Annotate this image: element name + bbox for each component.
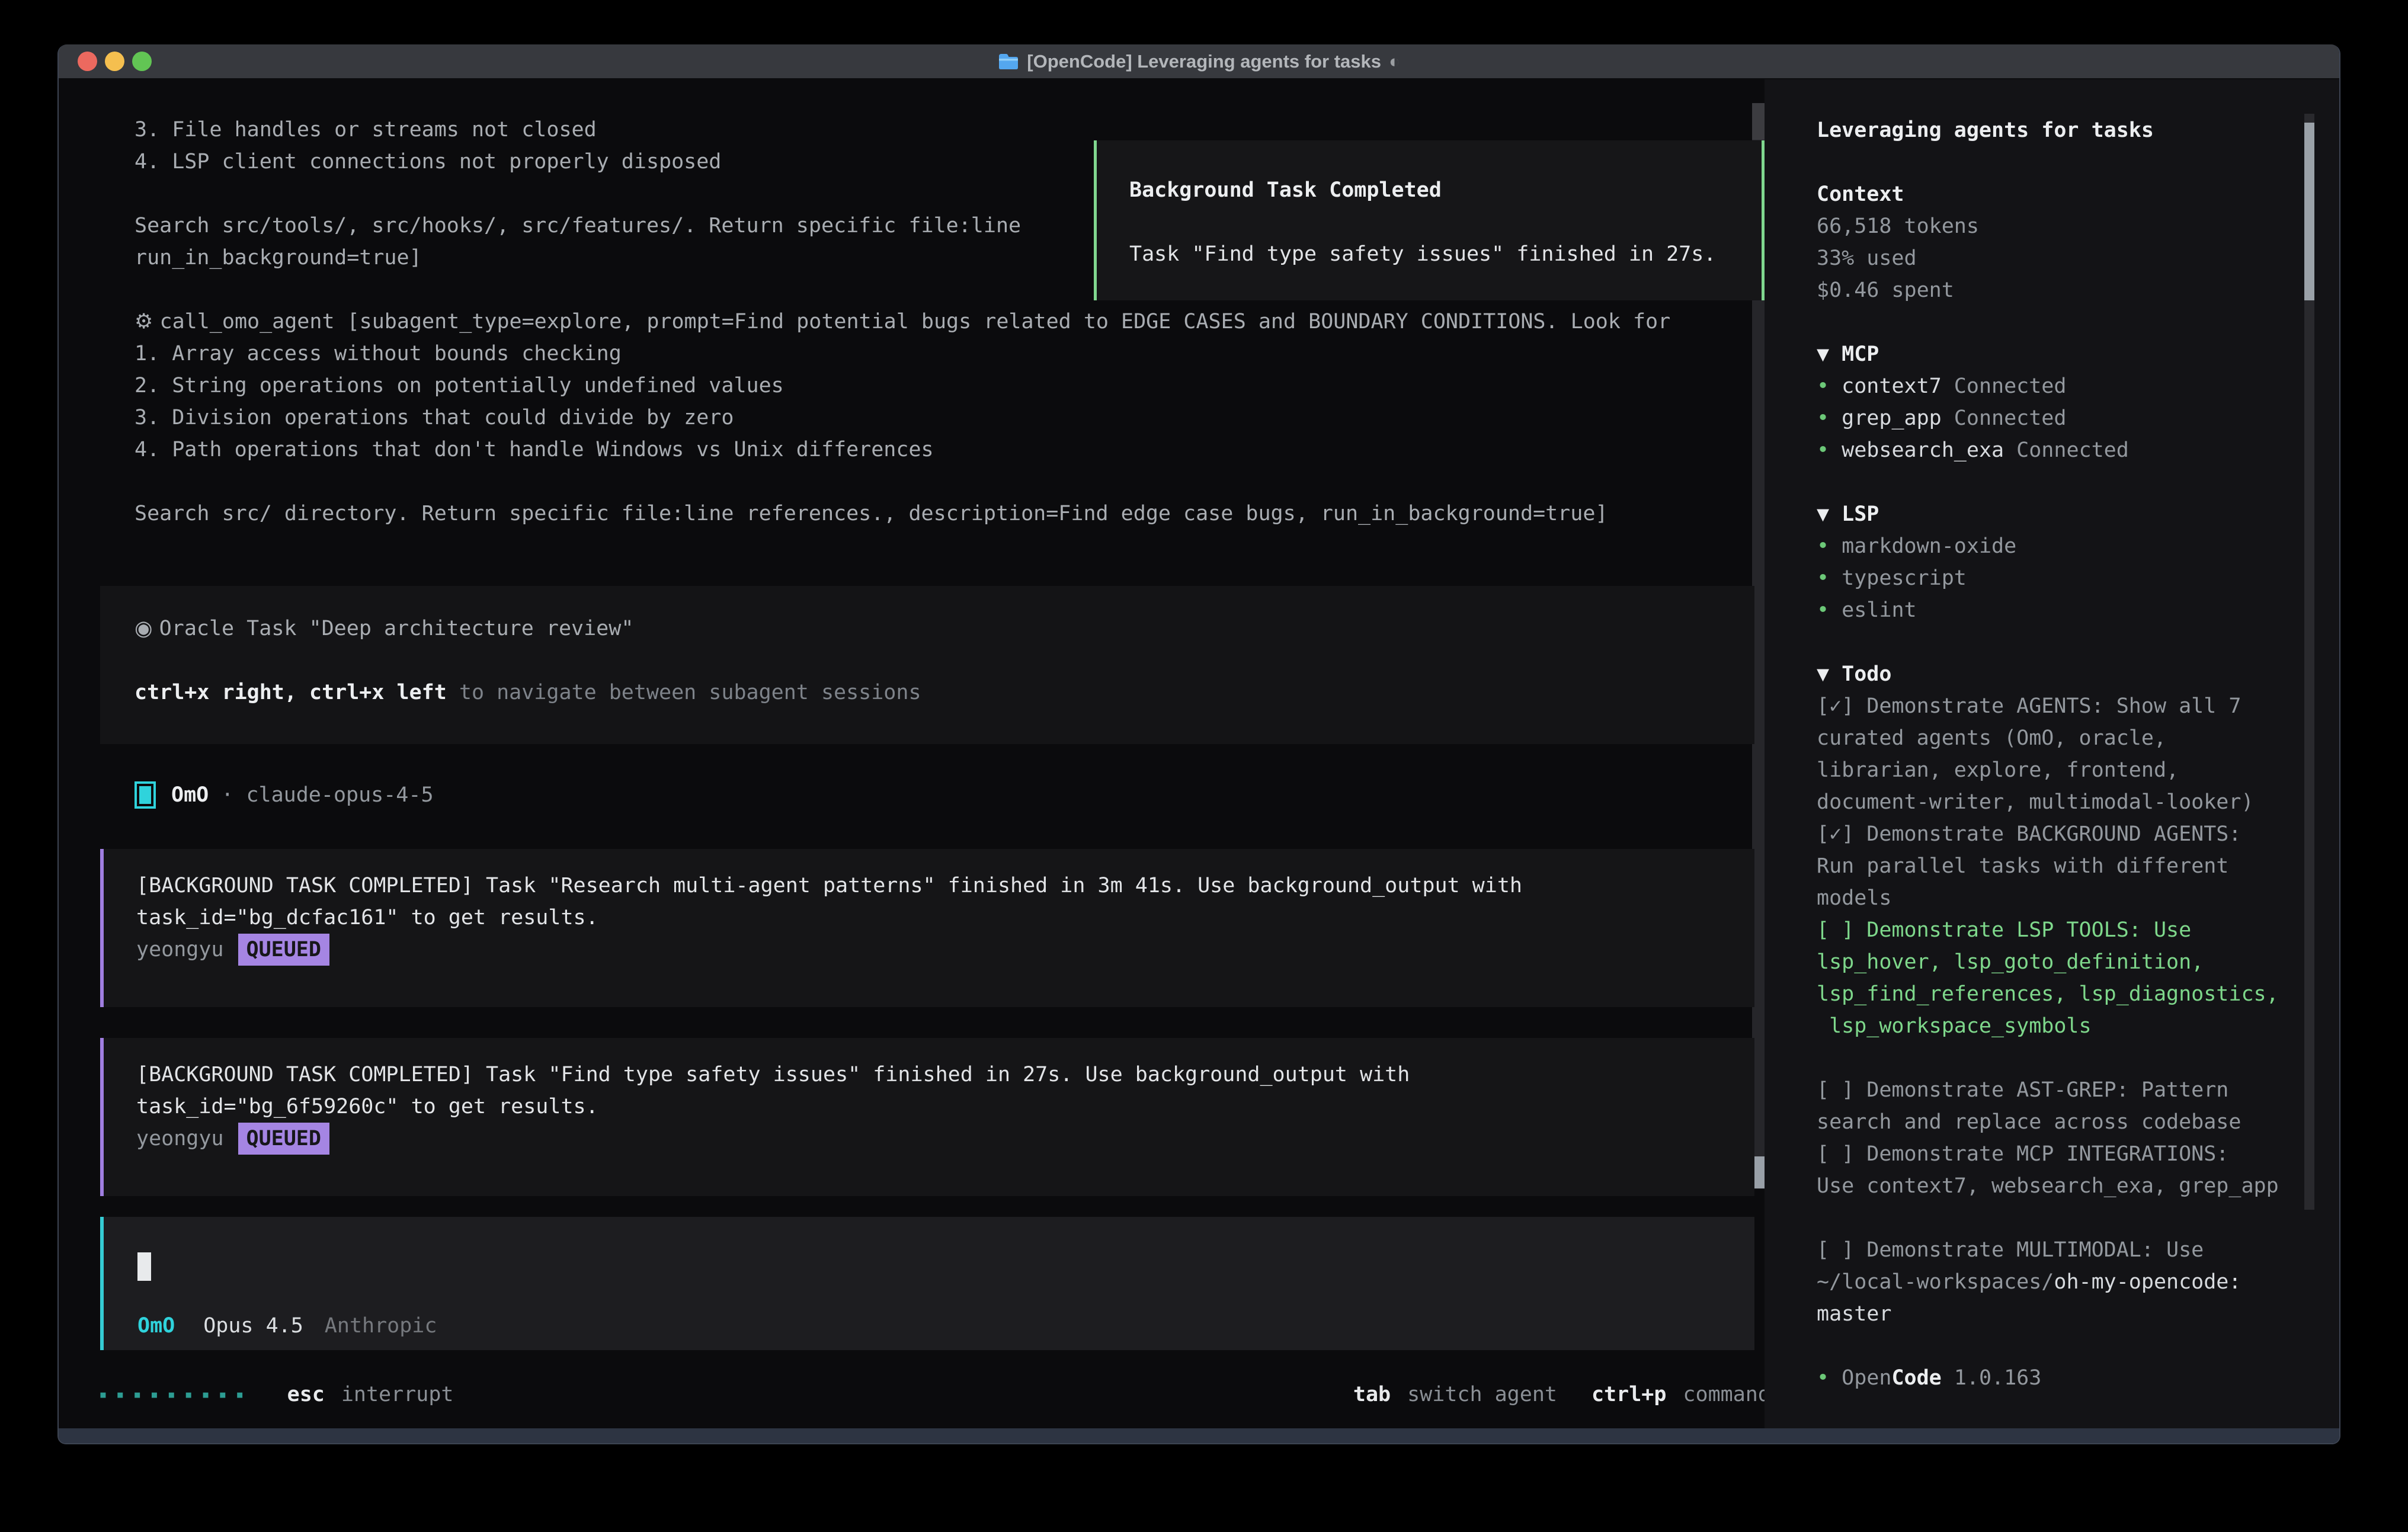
sidebar-line [1817, 1042, 2279, 1074]
sidebar-panel: Leveraging agents for tasks Context66,51… [1765, 79, 2339, 1428]
agent-session-header: OmO · claude-opus-4-5 [135, 779, 434, 811]
task-user: yeongyu [136, 938, 224, 961]
sidebar-line [1817, 466, 2279, 498]
todo-item-pending: [ ] Demonstrate AST-GREP: Pattern [1817, 1074, 2279, 1106]
todo-item-pending: [ ] Demonstrate MULTIMODAL: Use [1817, 1234, 2279, 1266]
desktop-background: [OpenCode] Leveraging agents for tasks ◐… [0, 0, 2408, 1532]
todo-item-active: [ ] Demonstrate LSP TOOLS: Use [1817, 914, 2279, 946]
todo-item-pending: search and replace across codebase [1817, 1106, 2279, 1138]
context-spent: $0.46 spent [1817, 274, 2279, 306]
todo-item-done: Run parallel tasks with different [1817, 850, 2279, 882]
context-header: Context [1817, 178, 2279, 210]
task-message-line: task_id="bg_dcfac161" to get results. [136, 902, 1754, 934]
input-model-name[interactable]: Opus 4.5 [203, 1310, 303, 1342]
workspace-branch: master [1817, 1298, 2279, 1330]
terminal-line: 4. Path operations that don't handle Win… [135, 434, 1670, 466]
todo-item-done: [✓] Demonstrate AGENTS: Show all 7 [1817, 690, 2279, 722]
workspace-path: ~/local-workspaces/oh-my-opencode: [1817, 1266, 2279, 1298]
todo-item-done: curated agents (OmO, oracle, [1817, 722, 2279, 754]
terminal-line: ⚙ call_omo_agent [subagent_type=explore,… [135, 306, 1670, 338]
window-title-text: [OpenCode] Leveraging agents for tasks [1027, 51, 1381, 72]
todo-item-active: lsp_hover, lsp_goto_definition, [1817, 946, 2279, 978]
task-message-meta: yeongyu QUEUED [136, 934, 1754, 966]
window-title: [OpenCode] Leveraging agents for tasks ◐ [59, 44, 2339, 78]
input-agent-name: OmO [137, 1310, 175, 1342]
titlebar[interactable]: [OpenCode] Leveraging agents for tasks ◐ [59, 44, 2339, 79]
background-task-toast: Background Task Completed Task "Find typ… [1094, 140, 1765, 300]
todo-item-done: [✓] Demonstrate BACKGROUND AGENTS: [1817, 818, 2279, 850]
oracle-task-box: ◉ Oracle Task "Deep architecture review"… [100, 586, 1754, 744]
sidebar-line [1817, 626, 2279, 658]
background-task-message: [BACKGROUND TASK COMPLETED] Task "Find t… [100, 1038, 1754, 1196]
oracle-nav-hint: ctrl+x right, ctrl+x left to navigate be… [135, 677, 1754, 709]
mcp-item: • websearch_exa Connected [1817, 434, 2279, 466]
todo-item-done: models [1817, 882, 2279, 914]
background-task-message: [BACKGROUND TASK COMPLETED] Task "Resear… [100, 849, 1754, 1007]
status-bar: ▪▪▪▪▪▪▪▪▪ esc interrupt tab switch agent… [99, 1379, 1783, 1411]
todo-item-pending: Use context7, websearch_exa, grep_app [1817, 1170, 2279, 1202]
section-header-mcp[interactable]: ▼ MCP [1817, 338, 2279, 370]
todo-item-pending: [ ] Demonstrate MCP INTEGRATIONS: [1817, 1138, 2279, 1170]
todo-item-done: document-writer, multimodal-looker) [1817, 786, 2279, 818]
section-header-todo[interactable]: ▼ Todo [1817, 658, 2279, 690]
sidebar-content: Leveraging agents for tasks Context66,51… [1817, 114, 2279, 1394]
working-spinner: ▪▪▪▪▪▪▪▪▪ [99, 1379, 253, 1411]
commands-key-hint: ctrl+p [1592, 1379, 1666, 1411]
input-footer: OmO Opus 4.5 Anthropic [137, 1310, 437, 1342]
mcp-item: • context7 Connected [1817, 370, 2279, 402]
section-header-lsp[interactable]: ▼ LSP [1817, 498, 2279, 530]
record-icon: ◉ [135, 617, 159, 640]
window-bottom-strip [59, 1428, 2339, 1443]
text-cursor [137, 1252, 151, 1281]
terminal-line: 3. Division operations that could divide… [135, 402, 1670, 434]
terminal-content: 3. File handles or streams not closed4. … [59, 79, 2339, 1428]
sidebar-line [1817, 1330, 2279, 1362]
sidebar-line [1817, 306, 2279, 338]
omo-agent-icon [135, 781, 156, 809]
terminal-line: Search src/ directory. Return specific f… [135, 498, 1670, 530]
status-badge: QUEUED [238, 934, 329, 966]
agent-name: OmO [171, 779, 209, 811]
toast-body: Task "Find type safety issues" finished … [1129, 238, 1762, 270]
task-message-line: task_id="bg_6f59260c" to get results. [136, 1091, 1754, 1123]
sidebar-line [1817, 1202, 2279, 1234]
folder-icon [998, 53, 1019, 70]
todo-item-active: lsp_find_references, lsp_diagnostics, [1817, 978, 2279, 1010]
task-user: yeongyu [136, 1127, 224, 1150]
context-tokens: 66,518 tokens [1817, 210, 2279, 242]
terminal-line: 1. Array access without bounds checking [135, 338, 1670, 370]
version-line: • OpenCode 1.0.163 [1817, 1362, 2279, 1394]
terminal-line [135, 466, 1670, 498]
todo-item-done: librarian, explore, frontend, [1817, 754, 2279, 786]
lsp-item: • markdown-oxide [1817, 530, 2279, 562]
sidebar-scrollbar-thumb[interactable] [2304, 123, 2314, 300]
session-progress-icon: ◐ [1389, 51, 1400, 72]
sidebar-line [1817, 146, 2279, 178]
status-badge: QUEUED [238, 1123, 329, 1155]
context-used: 33% used [1817, 242, 2279, 274]
mcp-item: • grep_app Connected [1817, 402, 2279, 434]
opencode-window: [OpenCode] Leveraging agents for tasks ◐… [57, 44, 2340, 1444]
lsp-item: • typescript [1817, 562, 2279, 594]
todo-item-active: lsp_workspace_symbols [1817, 1010, 2279, 1042]
input-provider-name: Anthropic [325, 1310, 437, 1342]
session-title: Leveraging agents for tasks [1817, 114, 2279, 146]
agent-model: claude-opus-4-5 [246, 779, 433, 811]
prompt-input[interactable]: OmO Opus 4.5 Anthropic [100, 1217, 1754, 1350]
task-message-line: [BACKGROUND TASK COMPLETED] Task "Resear… [136, 870, 1754, 902]
lsp-item: • eslint [1817, 594, 2279, 626]
task-message-meta: yeongyu QUEUED [136, 1123, 1754, 1155]
terminal-line: 2. String operations on potentially unde… [135, 370, 1670, 402]
main-scrollbar-top-segment[interactable] [1752, 103, 1765, 140]
tab-key-hint: tab [1353, 1379, 1391, 1411]
task-message-line: [BACKGROUND TASK COMPLETED] Task "Find t… [136, 1059, 1754, 1091]
oracle-task-title: ◉ Oracle Task "Deep architecture review" [135, 613, 1754, 645]
tab-key-label: switch agent [1407, 1379, 1557, 1411]
toast-title: Background Task Completed [1129, 174, 1762, 206]
esc-key-label: interrupt [341, 1379, 454, 1411]
esc-key-hint: esc [287, 1379, 325, 1411]
agent-separator: · [209, 779, 246, 811]
